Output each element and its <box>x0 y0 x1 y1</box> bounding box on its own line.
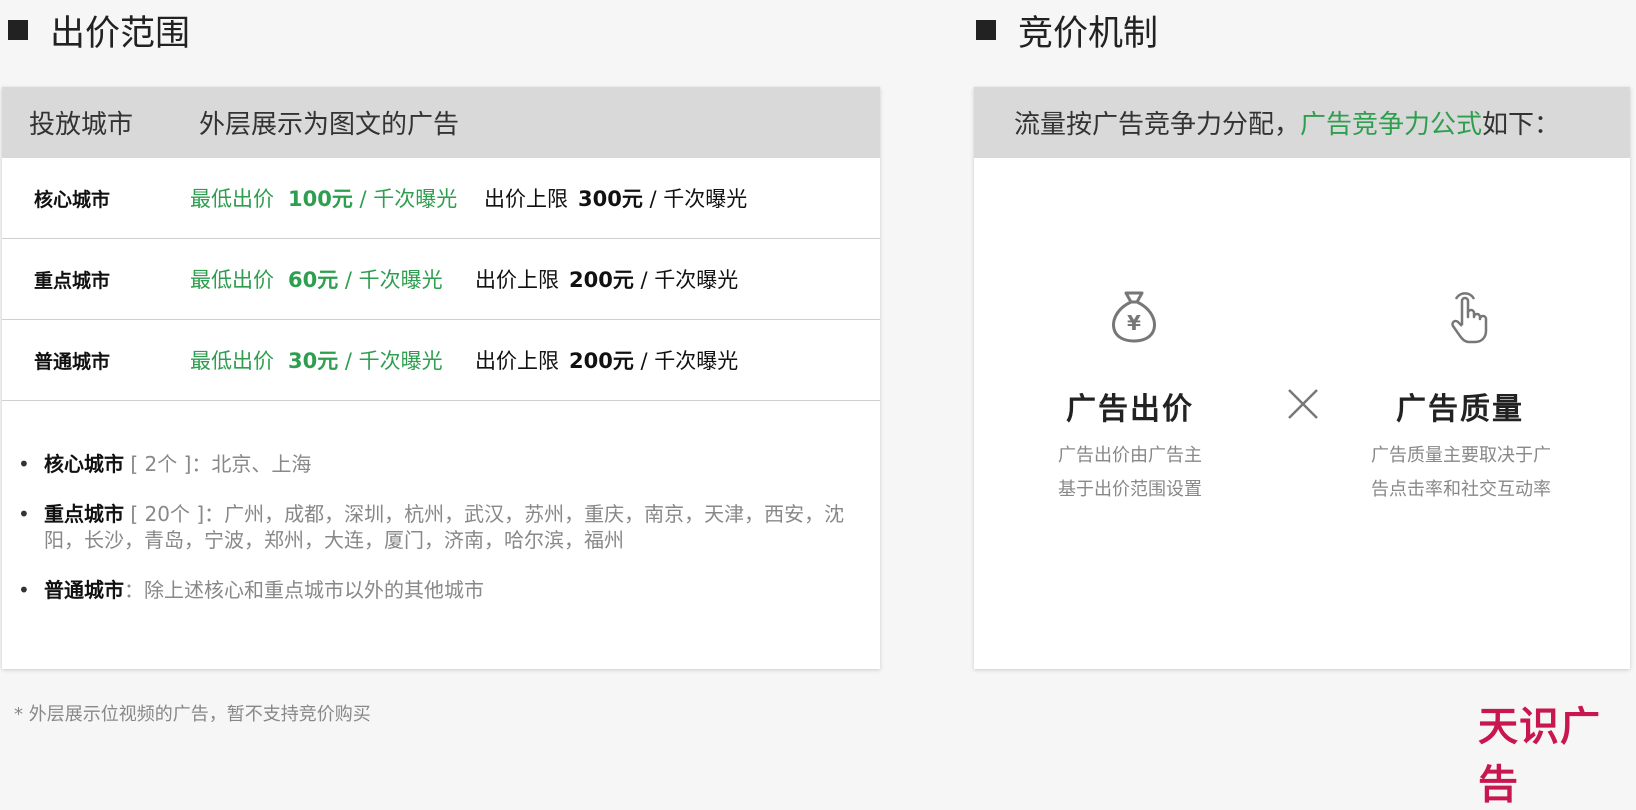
list-item: 普通城市：除上述核心和重点城市以外的其他城市 <box>16 577 856 603</box>
min-bid: 最低出价 60元 / 千次曝光 <box>190 268 443 292</box>
feature-desc-quality: 广告质量主要取决于广 告点击率和社交互动率 <box>1371 445 1551 500</box>
formula-header: 流量按广告竞争力分配， 广告竞争力公式 如下： <box>974 87 1630 158</box>
list-item: 核心城市 [ 2个 ]：北京、上海 <box>16 451 856 477</box>
formula-link-text: 广告竞争力公式 <box>1300 110 1483 140</box>
min-bid: 最低出价 100元 / 千次曝光 <box>190 187 458 211</box>
table-row: 重点城市 最低出价 60元 / 千次曝光 出价上限 200元 / 千次曝光 <box>2 239 880 320</box>
min-bid: 最低出价 30元 / 千次曝光 <box>190 349 443 373</box>
hand-tap-icon <box>1451 292 1488 344</box>
square-bullet-icon <box>8 20 28 40</box>
money-bag-icon: ¥ <box>1112 291 1156 343</box>
section-title-text: 竞价机制 <box>1018 13 1159 54</box>
table-row: 普通城市 最低出价 30元 / 千次曝光 出价上限 200元 / 千次曝光 <box>2 320 880 401</box>
feature-title-quality: 广告质量 <box>1396 392 1524 427</box>
max-bid: 出价上限 200元 / 千次曝光 <box>475 349 739 373</box>
list-item: 重点城市 [ 20个 ]：广州，成都，深圳，杭州，武汉，苏州，重庆，南京，天津，… <box>16 501 856 553</box>
bid-mechanism-card: 流量按广告竞争力分配， 广告竞争力公式 如下： ¥ 广告出价 广告质量 广告出价由广… <box>974 87 1630 669</box>
row-city: 普通城市 <box>34 350 111 373</box>
bid-range-card: 投放城市 外层展示为图文的广告 核心城市 最低出价 100元 / 千次曝光 出价上… <box>2 87 880 669</box>
section-title-bid-mechanism: 竞价机制 <box>976 8 1158 54</box>
header-col-ad-type: 外层展示为图文的广告 <box>199 110 460 140</box>
footnote: * 外层展示位视频的广告，暂不支持竞价购买 <box>14 704 371 725</box>
max-bid: 出价上限 300元 / 千次曝光 <box>484 187 748 211</box>
square-bullet-icon <box>976 20 996 40</box>
row-city: 核心城市 <box>34 188 111 211</box>
city-tier-list: 核心城市 [ 2个 ]：北京、上海 重点城市 [ 20个 ]：广州，成都，深圳，… <box>2 451 880 627</box>
section-title-bid-range: 出价范围 <box>8 8 190 54</box>
feature-title-bid: 广告出价 <box>1066 392 1194 427</box>
section-title-text: 出价范围 <box>50 13 191 54</box>
feature-desc-bid: 广告出价由广告主 基于出价范围设置 <box>1058 445 1202 500</box>
row-city: 重点城市 <box>34 269 111 292</box>
brand-logo: 天识广告 <box>1478 704 1601 808</box>
table-header: 投放城市 外层展示为图文的广告 <box>2 87 880 158</box>
multiply-icon <box>1288 389 1318 419</box>
header-col-city: 投放城市 <box>29 110 134 140</box>
svg-text:¥: ¥ <box>1127 311 1141 335</box>
table-row: 核心城市 最低出价 100元 / 千次曝光 出价上限 300元 / 千次曝光 <box>2 158 880 239</box>
max-bid: 出价上限 200元 / 千次曝光 <box>475 268 739 292</box>
